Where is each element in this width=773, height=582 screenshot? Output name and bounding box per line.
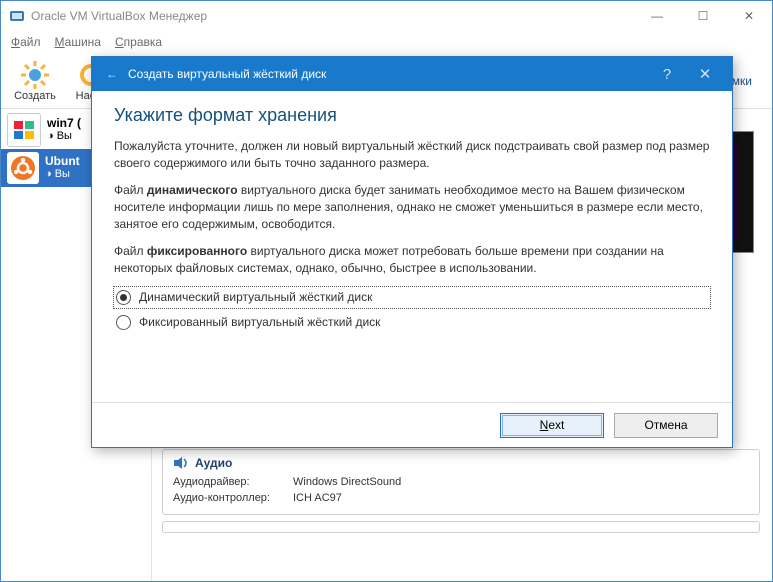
help-button[interactable]: ? [648,66,686,83]
cancel-button[interactable]: Отмена [614,413,718,438]
wizard-footer: Next Отмена [92,402,732,447]
radio-fixed[interactable]: Фиксированный виртуальный жёсткий диск [114,312,710,333]
wizard-para-2: Файл динамического виртуального диска бу… [114,182,710,233]
wizard-para-1: Пожалуйста уточните, должен ли новый вир… [114,138,710,172]
wizard-titlebar[interactable]: ← Создать виртуальный жёсткий диск ? ✕ [92,57,732,91]
wizard-body: Укажите формат хранения Пожалуйста уточн… [92,91,732,402]
radio-icon [116,315,131,330]
back-icon[interactable]: ← [100,67,124,81]
radio-dynamic-label: Динамический виртуальный жёсткий диск [139,289,372,306]
main-window: Oracle VM VirtualBox Менеджер — ☐ ✕ Файл… [0,0,773,582]
radio-fixed-label: Фиксированный виртуальный жёсткий диск [139,314,380,331]
radio-dynamic[interactable]: Динамический виртуальный жёсткий диск [114,287,710,308]
wizard-heading: Укажите формат хранения [114,107,710,124]
wizard-para-3: Файл фиксированного виртуального диска м… [114,243,710,277]
create-disk-wizard: ← Создать виртуальный жёсткий диск ? ✕ У… [91,56,733,448]
next-button[interactable]: Next [500,413,604,438]
radio-icon [116,290,131,305]
wizard-title: Создать виртуальный жёсткий диск [124,67,648,81]
wizard-close-button[interactable]: ✕ [686,65,724,83]
